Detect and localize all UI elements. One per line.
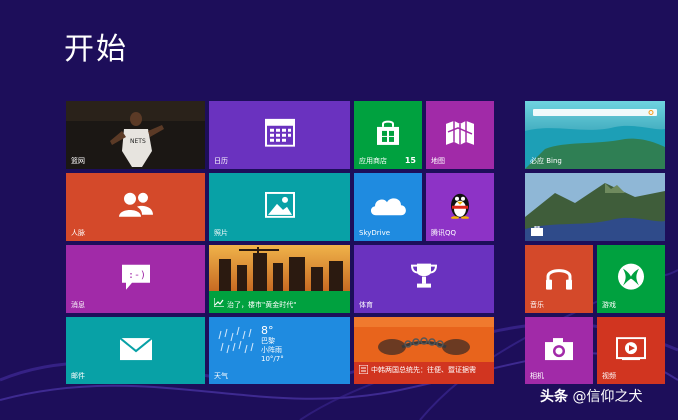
tile-label: 天气 (214, 372, 228, 380)
weather-temp: 8° (261, 324, 274, 337)
basketball-player-photo: NETS (66, 101, 205, 169)
tile-messaging[interactable]: :-) 消息 (66, 245, 205, 313)
luggage-icon (531, 226, 543, 236)
tile-video[interactable]: 视频 (597, 317, 665, 384)
tile-people[interactable]: 人脉 (66, 173, 205, 241)
tile-bing[interactable]: 必应 Bing (525, 101, 665, 169)
store-bag-icon (377, 120, 399, 145)
watermark-brand: 头条 (540, 389, 568, 405)
tile-mail[interactable]: 邮件 (66, 317, 205, 384)
watermark-author: @信仰之犬 (572, 389, 643, 405)
tile-news[interactable]: 中韩两国总统先：往便、暨证据需 (354, 317, 494, 384)
tile-label: 相机 (530, 372, 544, 380)
video-play-icon (616, 336, 646, 360)
tile-games[interactable]: 游戏 (597, 245, 665, 313)
tile-label: 体育 (359, 301, 373, 309)
chat-icon: :-) (121, 264, 150, 290)
tile-label: 照片 (214, 229, 228, 237)
envelope-icon (118, 336, 153, 360)
finance-chart-icon (214, 298, 224, 307)
mountain-photo (525, 173, 665, 241)
tile-calendar[interactable]: 日历 (209, 101, 350, 169)
weather-city: 巴黎 (261, 337, 275, 345)
map-icon (446, 120, 474, 145)
photo-icon (264, 191, 295, 218)
tile-label: 邮件 (71, 372, 85, 380)
tile-label: 游戏 (602, 301, 616, 309)
tile-photos[interactable]: 照片 (209, 173, 350, 241)
tile-sports-hero[interactable]: NETS 篮网 (66, 101, 205, 169)
tile-label: 音乐 (530, 301, 544, 309)
svg-text:NETS: NETS (130, 138, 146, 145)
tile-label: 视频 (602, 372, 616, 380)
weather-readout: 8° 巴黎 小阵雨 10°/7° (261, 325, 284, 364)
tile-camera[interactable]: 相机 (525, 317, 593, 384)
news-photo (354, 317, 494, 363)
weather-range: 10°/7° (261, 355, 284, 363)
people-icon (118, 192, 153, 217)
tile-music[interactable]: 音乐 (525, 245, 593, 313)
tile-label: 必应 Bing (530, 157, 562, 165)
svg-text::-): :-) (128, 270, 146, 281)
tile-label: 中韩两国总统先：往便、暨证据需 (371, 366, 476, 374)
tile-finance[interactable]: 治了，楼市"黄金时代" (209, 245, 350, 313)
penguin-icon (451, 193, 469, 219)
trophy-icon (410, 263, 438, 288)
headphones-icon (546, 269, 572, 290)
news-icon (359, 365, 368, 374)
tile-qq[interactable]: 腾讯QQ (426, 173, 494, 241)
tile-weather[interactable]: 8° 巴黎 小阵雨 10°/7° 天气 (209, 317, 350, 384)
start-title: 开始 (64, 32, 128, 67)
tile-label: 治了，楼市"黄金时代" (227, 301, 297, 309)
city-construction-photo (209, 245, 350, 291)
tile-skydrive[interactable]: SkyDrive (354, 173, 422, 241)
tile-label: 人脉 (71, 229, 85, 237)
xbox-controller-icon (618, 263, 644, 290)
tile-store[interactable]: 应用商店 15 (354, 101, 422, 169)
cloud-icon (370, 198, 406, 216)
tile-travel[interactable] (525, 173, 665, 241)
tile-label: 腾讯QQ (431, 229, 457, 237)
store-update-badge: 15 (404, 156, 416, 165)
tile-maps[interactable]: 地图 (426, 101, 494, 169)
tile-label: 日历 (214, 157, 228, 165)
tile-label: 应用商店 (359, 157, 387, 165)
tile-label: 篮网 (71, 157, 85, 165)
camera-icon (545, 337, 573, 360)
calendar-icon (264, 118, 295, 147)
tile-label: 地图 (431, 157, 445, 165)
rain-icon (218, 326, 254, 354)
tile-label: SkyDrive (359, 229, 391, 237)
tile-sports[interactable]: 体育 (354, 245, 494, 313)
weather-condition: 小阵雨 (261, 346, 282, 354)
watermark: 头条 @信仰之犬 (540, 386, 642, 406)
tile-label: 消息 (71, 301, 85, 309)
